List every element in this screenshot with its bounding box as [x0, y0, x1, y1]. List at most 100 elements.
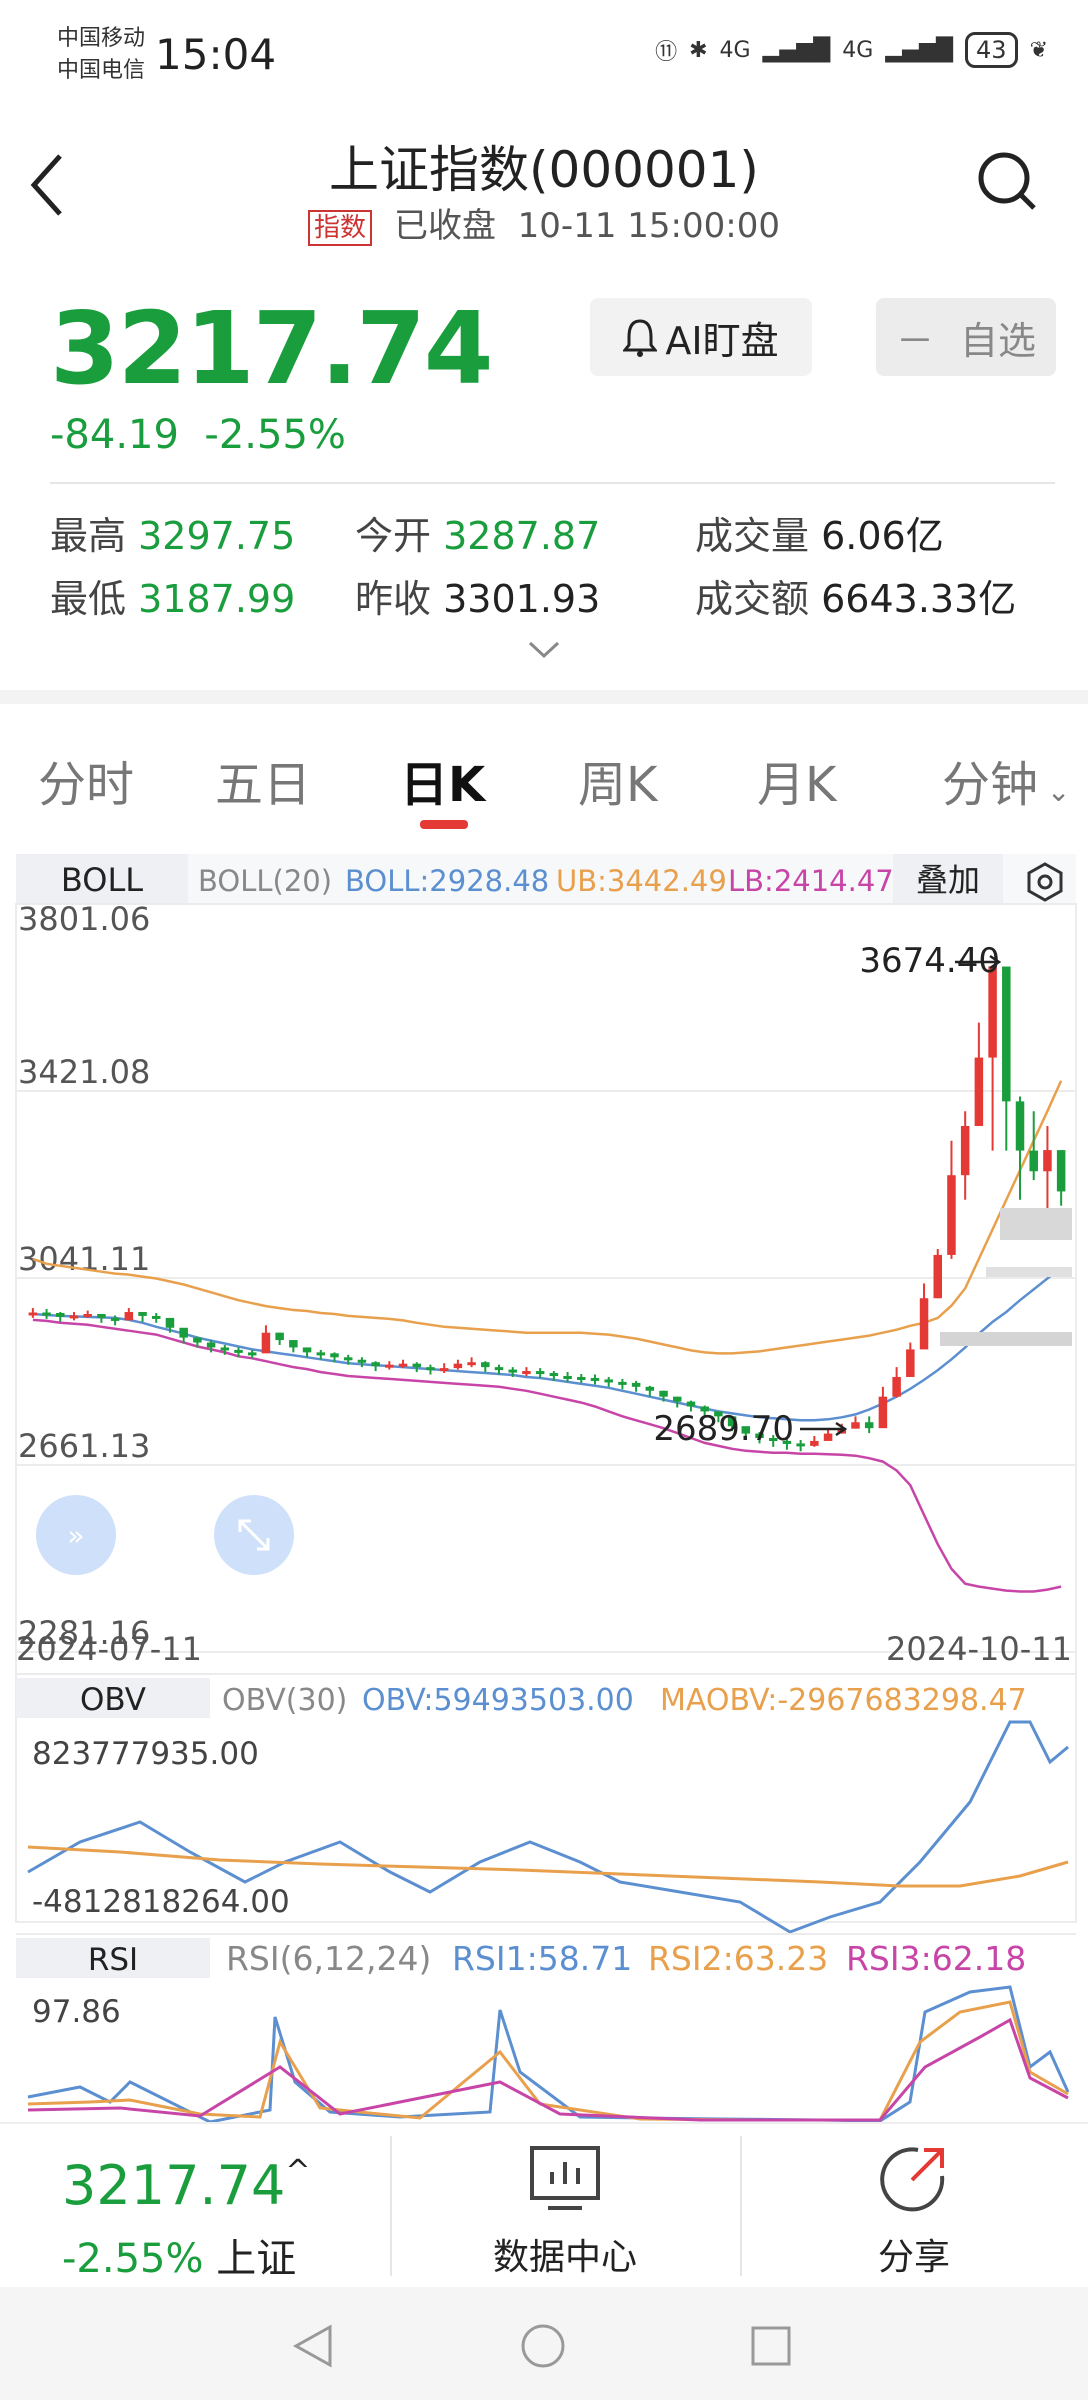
stat-amount-value: 6643.33亿	[821, 577, 1017, 621]
quote-datetime: 10-11 15:00:00	[517, 206, 780, 246]
candle-body	[522, 1371, 531, 1375]
signal-2-label: 4G	[842, 37, 874, 63]
minus-icon: －	[895, 318, 934, 363]
candle-body	[631, 1382, 641, 1387]
maobv-value: MAOBV:-2967683298.47	[660, 1683, 1027, 1718]
obv-name[interactable]: OBV	[80, 1682, 146, 1718]
boll-ub-value: UB:3442.49	[556, 864, 727, 898]
nav-back-icon[interactable]	[292, 2323, 334, 2369]
candle-body	[206, 1342, 216, 1348]
carrier-2: 中国电信	[57, 58, 146, 83]
candle-body	[577, 1376, 586, 1380]
stat-low-label: 最低	[50, 577, 127, 621]
share-button[interactable]: 分享	[740, 2124, 1088, 2289]
market-status: 已收盘	[394, 206, 497, 246]
share-label: 分享	[877, 2237, 950, 2278]
candle-body	[289, 1340, 298, 1348]
remove-watchlist-button[interactable]: － 自选	[876, 298, 1056, 376]
tab-timeshare[interactable]: 分时	[38, 745, 134, 815]
nav-recents-icon[interactable]	[750, 2325, 792, 2367]
candle-body	[234, 1349, 243, 1353]
stat-open-label: 今开	[355, 514, 432, 558]
candle-body	[672, 1396, 682, 1402]
candle-body	[1015, 1101, 1025, 1151]
candle-body	[357, 1359, 367, 1363]
candle-body	[124, 1312, 134, 1321]
candle-body	[275, 1332, 284, 1341]
data-center-button[interactable]: 数据中心	[390, 2124, 740, 2289]
signal-2-icon: ▂▄▆█	[885, 37, 954, 63]
obv-params: OBV(30)	[222, 1683, 347, 1718]
system-nav-bar	[0, 2287, 1088, 2400]
boll-name[interactable]: BOLL	[61, 861, 143, 899]
stat-prevclose-value: 3301.93	[443, 577, 601, 621]
rsi-params: RSI(6,12,24)	[226, 1939, 431, 1978]
candle-body	[851, 1422, 860, 1429]
page-header: 上证指数(000001) 指数 已收盘 10-11 15:00:00	[0, 118, 1088, 258]
tab-minute[interactable]: 分钟 ⌄	[942, 745, 1070, 815]
rsi-tick-max: 97.86	[32, 1994, 121, 2030]
candle-body	[385, 1364, 394, 1368]
stat-high-value: 3297.75	[138, 514, 296, 558]
candle-body	[330, 1353, 339, 1358]
boll-params: BOLL(20)	[198, 864, 332, 898]
expand-up-icon: ^	[285, 2154, 311, 2189]
candle-body	[535, 1371, 545, 1375]
price-gridlines	[16, 903, 1076, 1653]
candle-body	[508, 1369, 517, 1373]
candle-body	[453, 1363, 463, 1369]
rsi1-value: RSI1:58.71	[452, 1939, 632, 1978]
x-end-label: 2024-10-11	[886, 1630, 1072, 1668]
index-tag: 指数	[308, 209, 373, 246]
boll-lb-value: LB:2414.47	[728, 864, 894, 898]
x-start-label: 2024-07-11	[16, 1630, 202, 1668]
tab-monthly-k[interactable]: 月K	[757, 745, 836, 815]
ai-watch-label: AI盯盘	[665, 318, 779, 363]
hd-call-icon: ⑪	[655, 40, 678, 65]
candle-body	[42, 1312, 51, 1316]
candle-body	[659, 1390, 668, 1397]
obv-tick-min: -4812818264.00	[32, 1884, 290, 1920]
stat-high: 最高 3297.75	[50, 505, 295, 560]
kline-chart-area[interactable]: BOLL BOLL(20) BOLL:2928.48 UB:3442.49 LB…	[0, 842, 1088, 2124]
candle-body	[974, 1057, 984, 1126]
overlay-button[interactable]: 叠加	[916, 861, 980, 899]
expand-chevron-icon[interactable]	[528, 640, 560, 660]
search-icon[interactable]	[976, 150, 1038, 212]
candle-body	[83, 1313, 92, 1317]
watchlist-label: 自选	[960, 318, 1037, 363]
signal-1-icon: ▂▄▆█	[762, 37, 831, 63]
change-value: -84.19	[50, 412, 179, 458]
min-price-arrow	[800, 1421, 848, 1437]
candle-body	[179, 1327, 188, 1338]
bottom-price[interactable]: 3217.74^	[62, 2154, 310, 2217]
candle-body	[97, 1313, 106, 1318]
candle-body	[316, 1352, 326, 1356]
fullscreen-button[interactable]	[214, 1495, 294, 1575]
rsi2-line	[27, 2000, 1069, 2122]
ai-watch-button[interactable]: AI盯盘	[590, 298, 812, 376]
candle-body	[645, 1386, 655, 1391]
obv-value: OBV:59493503.00	[362, 1683, 634, 1718]
tab-five-day[interactable]: 五日	[215, 745, 311, 815]
tab-daily-k[interactable]: 日K	[400, 745, 485, 815]
candle-body	[69, 1315, 79, 1319]
nav-home-icon[interactable]	[520, 2323, 566, 2369]
candle-body	[426, 1367, 435, 1371]
tab-weekly-k[interactable]: 周K	[578, 745, 657, 815]
rsi-name[interactable]: RSI	[88, 1942, 138, 1978]
candle-body	[823, 1433, 833, 1441]
candle-body	[56, 1312, 65, 1317]
price-tick-label: 2661.13	[18, 1427, 150, 1465]
rsi2-value: RSI2:63.23	[648, 1939, 828, 1978]
candle-body	[220, 1347, 230, 1351]
gap-band-1	[1000, 1208, 1072, 1240]
candle-body	[398, 1363, 408, 1367]
change-percent: -2.55%	[204, 412, 346, 458]
candle-body	[28, 1312, 38, 1316]
candle-body	[481, 1362, 490, 1368]
candle-body	[906, 1349, 915, 1377]
fast-forward-button[interactable]: »	[36, 1495, 116, 1575]
stat-amount: 成交额 6643.33亿	[695, 568, 1016, 623]
period-tabs: 分时 五日 日K 周K 月K 分钟 ⌄	[0, 705, 1088, 840]
